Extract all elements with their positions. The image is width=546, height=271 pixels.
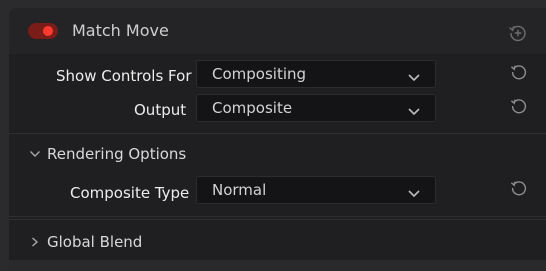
chevron-down-icon xyxy=(407,103,421,116)
reset-icon[interactable] xyxy=(509,178,529,198)
reset-icon[interactable] xyxy=(509,96,529,116)
rendering-options-label: Rendering Options xyxy=(47,145,187,163)
section-divider xyxy=(9,216,546,217)
enable-toggle[interactable] xyxy=(28,23,58,39)
chevron-down-icon xyxy=(29,149,41,159)
composite-type-dropdown[interactable]: Normal xyxy=(196,176,436,204)
output-dropdown[interactable]: Composite xyxy=(196,94,436,122)
chevron-down-icon xyxy=(407,185,421,198)
inspector-panel: Match Move Show Controls For Compositing… xyxy=(9,8,546,271)
output-value: Composite xyxy=(212,99,293,117)
composite-type-label: Composite Type xyxy=(70,184,190,202)
global-blend-label: Global Blend xyxy=(47,233,143,251)
reset-plus-icon[interactable] xyxy=(507,22,529,44)
match-move-header: Match Move xyxy=(9,8,546,54)
effect-title: Match Move xyxy=(72,21,169,40)
output-label: Output xyxy=(134,101,187,119)
show-controls-for-value: Compositing xyxy=(212,65,307,83)
rendering-options-header[interactable]: Rendering Options xyxy=(29,144,186,164)
global-blend-header[interactable]: Global Blend xyxy=(29,232,142,252)
section-divider xyxy=(9,133,546,134)
chevron-right-icon xyxy=(29,237,41,247)
section-divider xyxy=(9,219,546,220)
chevron-down-icon xyxy=(407,69,421,82)
panel-footer-band xyxy=(9,260,546,271)
show-controls-for-dropdown[interactable]: Compositing xyxy=(196,60,436,88)
show-controls-for-label: Show Controls For xyxy=(56,67,192,85)
reset-icon[interactable] xyxy=(509,62,529,82)
toggle-knob xyxy=(43,26,53,36)
composite-type-value: Normal xyxy=(212,181,267,199)
